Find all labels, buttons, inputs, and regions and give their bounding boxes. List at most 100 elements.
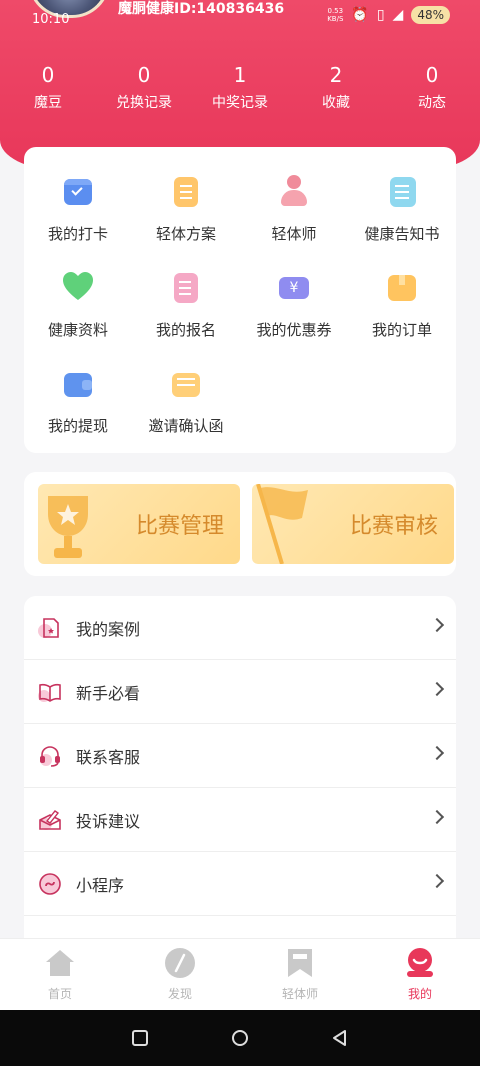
chevron-right-icon bbox=[429, 681, 445, 697]
chevron-right-icon bbox=[429, 809, 445, 825]
profile-icon bbox=[404, 947, 436, 979]
stat-exchange-records[interactable]: 0 兑换记录 bbox=[96, 62, 192, 114]
grid-label: 轻体师 bbox=[271, 225, 317, 243]
stat-label: 魔豆 bbox=[34, 95, 62, 111]
tab-label: 轻体师 bbox=[281, 987, 318, 1001]
stat-label: 中奖记录 bbox=[212, 95, 268, 111]
tab-mine[interactable]: 我的 bbox=[360, 939, 480, 1010]
competition-manage-button[interactable]: 比赛管理 bbox=[38, 484, 240, 564]
feature-grid: 我的打卡 轻体方案 轻体师 健康告知书 健康资料 我的报名 ¥ 我的优惠券 我的… bbox=[24, 147, 456, 453]
tab-label: 首页 bbox=[47, 987, 72, 1001]
signal-icon: ◢ bbox=[392, 7, 404, 23]
wallet-icon bbox=[60, 365, 96, 401]
grid-label: 我的提现 bbox=[47, 417, 108, 435]
profile-header: 10:10 魔胴健康ID:140836436 0.53 KB/S ⏰ ▯ ◢ 4… bbox=[0, 0, 480, 170]
grid-item-trainer[interactable]: 轻体师 bbox=[240, 173, 348, 244]
headset-icon bbox=[38, 744, 62, 768]
plan-doc-icon bbox=[168, 173, 204, 209]
tab-trainer[interactable]: 轻体师 bbox=[240, 939, 360, 1010]
trainer-person-icon bbox=[276, 173, 312, 209]
stat-value: 2 bbox=[329, 63, 343, 87]
signup-form-icon bbox=[168, 269, 204, 305]
competition-card: 比赛管理 比赛审核 bbox=[24, 472, 456, 576]
grid-label: 健康资料 bbox=[47, 321, 108, 339]
alarm-icon: ⏰ bbox=[351, 7, 369, 23]
grid-item-coupons[interactable]: ¥ 我的优惠券 bbox=[240, 269, 348, 340]
grid-item-signup[interactable]: 我的报名 bbox=[132, 269, 240, 340]
heart-icon bbox=[60, 269, 96, 305]
stat-favorites[interactable]: 2 收藏 bbox=[288, 62, 384, 114]
stat-moments[interactable]: 0 动态 bbox=[384, 62, 480, 114]
grid-item-invitation[interactable]: 邀请确认函 bbox=[132, 365, 240, 436]
competition-review-button[interactable]: 比赛审核 bbox=[252, 484, 454, 564]
notice-doc-icon bbox=[384, 173, 420, 209]
menu-item-complaints[interactable]: 投诉建议 bbox=[24, 788, 456, 852]
grid-item-health-notice[interactable]: 健康告知书 bbox=[348, 173, 456, 244]
net-speed: 0.53 KB/S bbox=[327, 7, 344, 23]
compass-icon bbox=[164, 947, 196, 979]
competition-manage-label: 比赛管理 bbox=[135, 514, 224, 539]
envelope-pen-icon bbox=[38, 808, 62, 832]
menu-label: 联系客服 bbox=[76, 748, 141, 767]
status-bar-icons: 0.53 KB/S ⏰ ▯ ◢ 48% bbox=[327, 6, 450, 24]
stat-value: 0 bbox=[425, 63, 439, 87]
grid-item-checkin[interactable]: 我的打卡 bbox=[24, 173, 132, 244]
coupon-icon: ¥ bbox=[276, 269, 312, 305]
stat-label: 兑换记录 bbox=[116, 95, 172, 111]
stats-row: 0 魔豆 0 兑换记录 1 中奖记录 2 收藏 0 动态 bbox=[0, 62, 480, 114]
chevron-right-icon bbox=[429, 873, 445, 889]
stat-value: 1 bbox=[233, 63, 247, 87]
stat-label: 动态 bbox=[418, 95, 446, 111]
menu-item-my-cases[interactable]: 我的案例 bbox=[24, 596, 456, 660]
stat-modou[interactable]: 0 魔豆 bbox=[0, 62, 96, 114]
calendar-check-icon bbox=[60, 173, 96, 209]
back-nav-icon[interactable] bbox=[331, 1029, 349, 1047]
book-icon bbox=[38, 680, 62, 704]
stat-prize-records[interactable]: 1 中奖记录 bbox=[192, 62, 288, 114]
menu-list: 我的案例 新手必看 联系客服 投诉建议 小程序 bbox=[24, 596, 456, 956]
recent-apps-icon[interactable] bbox=[131, 1029, 149, 1047]
bottom-tab-bar: 首页 发现 轻体师 我的 bbox=[0, 938, 480, 1010]
stat-value: 0 bbox=[41, 63, 55, 87]
competition-review-label: 比赛审核 bbox=[349, 514, 438, 539]
menu-item-mini-program[interactable]: 小程序 bbox=[24, 852, 456, 916]
user-id: 魔胴健康ID:140836436 bbox=[118, 1, 285, 17]
menu-item-beginner-guide[interactable]: 新手必看 bbox=[24, 660, 456, 724]
tab-label: 发现 bbox=[167, 987, 192, 1001]
trophy-icon bbox=[42, 492, 94, 562]
chevron-right-icon bbox=[429, 617, 445, 633]
system-nav-bar bbox=[0, 1010, 480, 1066]
stat-value: 0 bbox=[137, 63, 151, 87]
grid-item-plan[interactable]: 轻体方案 bbox=[132, 173, 240, 244]
flag-icon bbox=[252, 484, 322, 564]
grid-item-orders[interactable]: 我的订单 bbox=[348, 269, 456, 340]
grid-label: 健康告知书 bbox=[364, 225, 440, 243]
grid-label: 我的报名 bbox=[155, 321, 216, 339]
case-file-icon bbox=[38, 616, 62, 640]
grid-label: 我的订单 bbox=[371, 321, 432, 339]
tab-discover[interactable]: 发现 bbox=[120, 939, 240, 1010]
menu-label: 小程序 bbox=[76, 876, 125, 895]
tab-label: 我的 bbox=[407, 987, 432, 1001]
grid-label: 我的打卡 bbox=[47, 225, 108, 243]
home-icon bbox=[44, 947, 76, 979]
bookmark-icon bbox=[284, 947, 316, 979]
status-time: 10:10 bbox=[32, 12, 70, 27]
stat-label: 收藏 bbox=[322, 95, 350, 111]
grid-label: 我的优惠券 bbox=[256, 321, 332, 339]
vibrate-icon: ▯ bbox=[376, 7, 385, 23]
tab-home[interactable]: 首页 bbox=[0, 939, 120, 1010]
order-box-icon bbox=[384, 269, 420, 305]
battery-indicator: 48% bbox=[411, 6, 450, 24]
mini-program-icon bbox=[38, 872, 62, 896]
menu-label: 我的案例 bbox=[76, 620, 141, 639]
menu-item-customer-service[interactable]: 联系客服 bbox=[24, 724, 456, 788]
menu-label: 投诉建议 bbox=[76, 812, 141, 831]
grid-label: 轻体方案 bbox=[155, 225, 216, 243]
home-nav-icon[interactable] bbox=[231, 1029, 249, 1047]
grid-label: 邀请确认函 bbox=[148, 417, 224, 435]
chevron-right-icon bbox=[429, 745, 445, 761]
menu-label: 新手必看 bbox=[76, 684, 141, 703]
grid-item-health-data[interactable]: 健康资料 bbox=[24, 269, 132, 340]
grid-item-withdraw[interactable]: 我的提现 bbox=[24, 365, 132, 436]
